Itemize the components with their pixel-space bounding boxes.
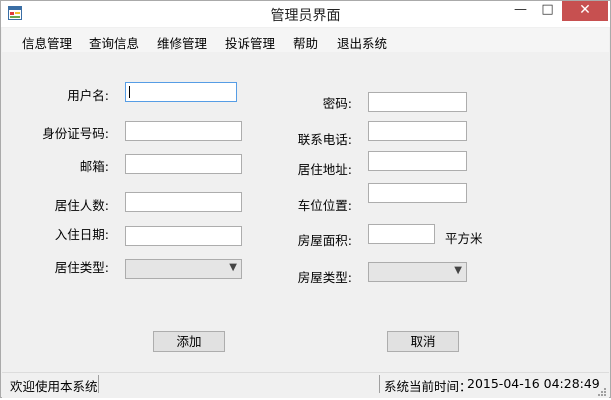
residents-input[interactable] bbox=[125, 192, 242, 212]
status-divider bbox=[379, 375, 380, 393]
area-unit-label: 平方米 bbox=[445, 231, 483, 246]
residents-label: 居住人数: bbox=[54, 198, 109, 213]
main-window: 管理员界面 — □ ✕ 信息管理 查询信息 维修管理 投诉管理 帮助 退出系统 … bbox=[0, 0, 611, 398]
resize-grip-icon[interactable] bbox=[597, 386, 607, 396]
chevron-down-icon: ▼ bbox=[229, 262, 237, 273]
idcard-label: 身份证号码: bbox=[42, 126, 109, 141]
menu-item-query-info[interactable]: 查询信息 bbox=[89, 33, 139, 52]
username-label: 用户名: bbox=[67, 88, 109, 103]
add-button[interactable]: 添加 bbox=[153, 331, 225, 352]
password-input[interactable] bbox=[368, 92, 467, 112]
checkin-date-input[interactable] bbox=[125, 226, 242, 246]
address-input[interactable] bbox=[368, 151, 467, 171]
maximize-button[interactable]: □ bbox=[534, 1, 561, 21]
username-input[interactable] bbox=[125, 82, 237, 102]
cancel-button[interactable]: 取消 bbox=[387, 331, 459, 352]
phone-input[interactable] bbox=[368, 121, 467, 141]
residence-type-select[interactable]: ▼ bbox=[125, 259, 242, 279]
house-type-select[interactable]: ▼ bbox=[368, 262, 467, 282]
text-caret bbox=[129, 86, 130, 98]
password-label: 密码: bbox=[322, 96, 352, 111]
minimize-button[interactable]: — bbox=[507, 1, 534, 21]
idcard-input[interactable] bbox=[125, 121, 242, 141]
parking-input[interactable] bbox=[368, 183, 467, 203]
menu-item-repair-management[interactable]: 维修管理 bbox=[157, 33, 207, 52]
address-label: 居住地址: bbox=[297, 162, 352, 177]
email-input[interactable] bbox=[125, 154, 242, 174]
email-label: 邮箱: bbox=[79, 159, 109, 174]
status-welcome: 欢迎使用本系统 bbox=[10, 379, 98, 394]
menu-item-help[interactable]: 帮助 bbox=[293, 33, 318, 52]
menu-bar: 信息管理 查询信息 维修管理 投诉管理 帮助 退出系统 bbox=[2, 28, 609, 52]
status-divider bbox=[98, 375, 99, 393]
system-time-label: 系统当前时间： bbox=[384, 379, 472, 394]
menu-item-exit-system[interactable]: 退出系统 bbox=[337, 33, 387, 52]
house-area-label: 房屋面积: bbox=[297, 233, 352, 248]
house-type-label: 房屋类型: bbox=[297, 270, 352, 285]
house-area-input[interactable] bbox=[368, 224, 435, 244]
parking-label: 车位位置: bbox=[297, 198, 352, 213]
menu-item-complaint-management[interactable]: 投诉管理 bbox=[225, 33, 275, 52]
checkin-date-label: 入住日期: bbox=[54, 227, 109, 242]
chevron-down-icon: ▼ bbox=[454, 265, 462, 276]
status-bar: 欢迎使用本系统 系统当前时间： 2015-04-16 04:28:49 bbox=[2, 372, 609, 398]
close-button[interactable]: ✕ bbox=[562, 1, 608, 21]
system-time-value: 2015-04-16 04:28:49 bbox=[467, 376, 600, 391]
phone-label: 联系电话: bbox=[297, 132, 352, 147]
title-bar: 管理员界面 — □ ✕ bbox=[1, 1, 610, 27]
menu-item-info-management[interactable]: 信息管理 bbox=[22, 33, 72, 52]
residence-type-label: 居住类型: bbox=[54, 260, 109, 275]
